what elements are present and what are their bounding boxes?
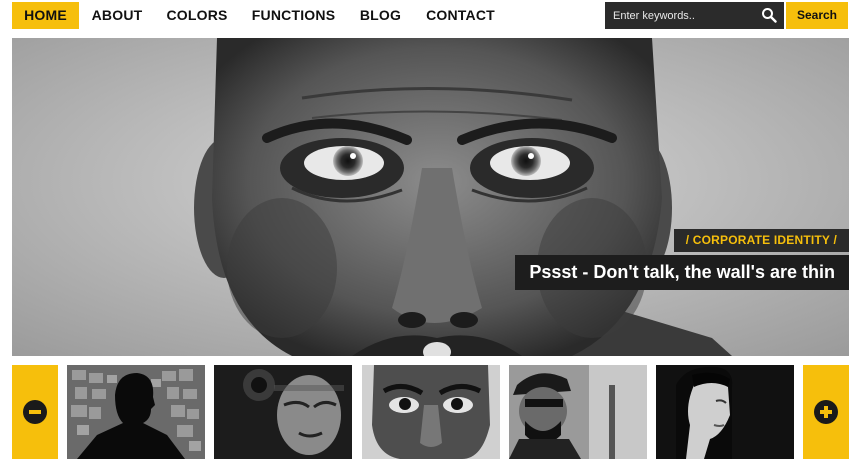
thumb-grimace[interactable]	[214, 365, 352, 459]
hero-photo	[12, 38, 849, 356]
thumb-cap-man[interactable]	[509, 365, 647, 459]
prev-button[interactable]	[12, 365, 58, 459]
thumb-silhouette[interactable]	[67, 365, 205, 459]
minus-circle-icon	[23, 400, 47, 424]
slide-category[interactable]: / CORPORATE IDENTITY /	[673, 229, 849, 252]
hero-slide[interactable]: / CORPORATE IDENTITY / Pssst - Don't tal…	[12, 38, 849, 356]
nav-item-contact[interactable]: CONTACT	[420, 2, 501, 29]
slide-title[interactable]: Pssst - Don't talk, the wall's are thin	[515, 255, 849, 290]
plus-circle-icon	[814, 400, 838, 424]
next-button[interactable]	[803, 365, 849, 459]
thumbnail-strip	[0, 365, 860, 459]
search-box	[605, 2, 784, 29]
nav-item-home[interactable]: HOME	[12, 2, 79, 29]
search-button[interactable]: Search	[786, 2, 848, 29]
thumb-staring-man[interactable]	[362, 365, 500, 459]
nav-item-blog[interactable]: BLOG	[353, 2, 408, 29]
search-icon[interactable]	[761, 7, 777, 23]
search-input[interactable]	[605, 2, 755, 29]
thumb-woman-profile[interactable]	[656, 365, 794, 459]
nav-item-colors[interactable]: COLORS	[160, 2, 234, 29]
main-nav: HOME ABOUT COLORS FUNCTIONS BLOG CONTACT…	[0, 0, 860, 31]
nav-item-about[interactable]: ABOUT	[86, 2, 148, 29]
nav-item-functions[interactable]: FUNCTIONS	[246, 2, 341, 29]
